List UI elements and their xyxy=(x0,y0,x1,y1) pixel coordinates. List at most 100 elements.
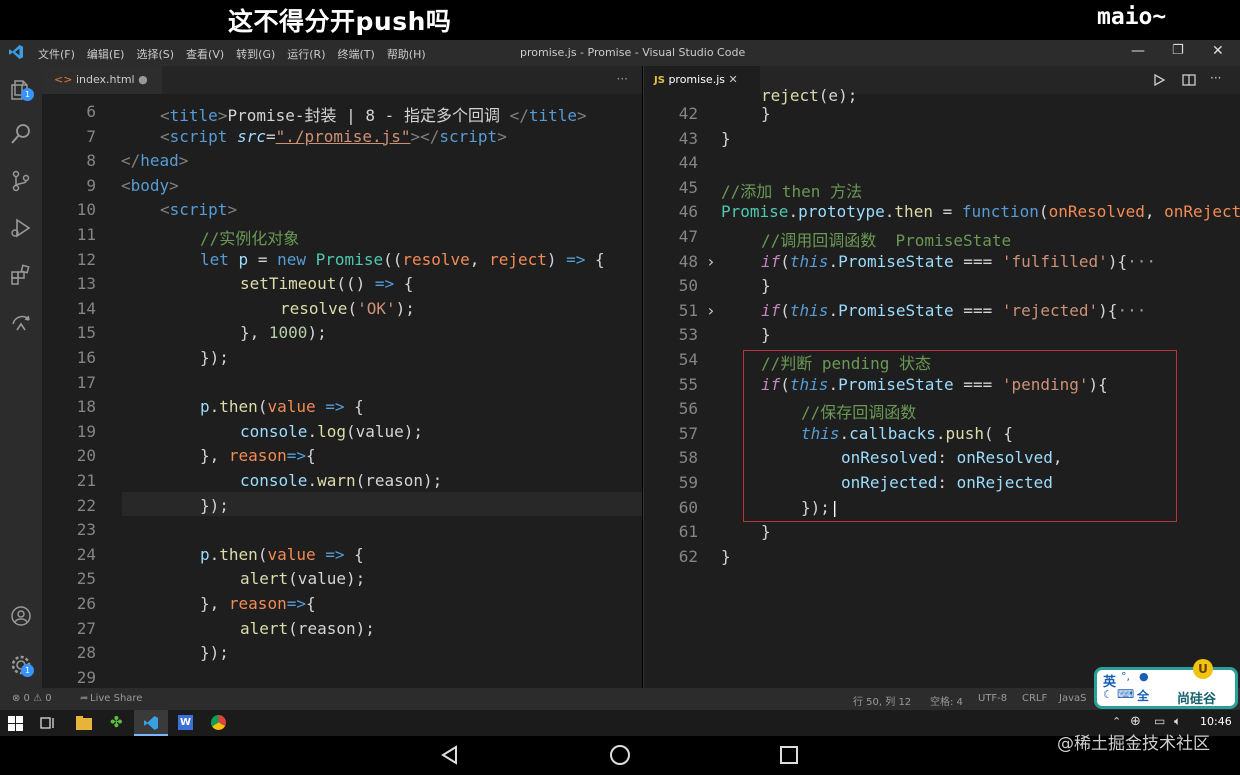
code-line: p.then(value => { xyxy=(200,544,364,564)
menu-edit[interactable]: 编辑(E) xyxy=(87,46,125,62)
restore-icon[interactable]: ❐ xyxy=(1172,43,1184,58)
line-number: 61 xyxy=(678,522,698,542)
code-comment: //添加 then 方法 xyxy=(721,181,863,201)
run-file-icon[interactable] xyxy=(1152,73,1166,87)
string-rejected: 'rejected' xyxy=(1001,300,1099,320)
close-window-icon[interactable]: ✕ xyxy=(1212,43,1224,59)
account-icon[interactable] xyxy=(9,604,33,628)
menu-help[interactable]: 帮助(H) xyxy=(387,46,426,62)
code-line: <title>Promise-封装 | 8 - 指定多个回调 </title> xyxy=(160,106,587,125)
tab-promise-js-label: promise.js xyxy=(668,73,725,86)
line-number: 58 xyxy=(678,448,698,468)
code-line: } xyxy=(761,276,771,296)
line-number: 60 xyxy=(678,497,698,517)
code-line: } xyxy=(761,104,771,123)
run-debug-icon[interactable] xyxy=(9,216,33,240)
code-line: onRejected: onRejected xyxy=(841,473,1053,492)
line-number: 24 xyxy=(76,544,96,564)
video-caption-bar: 这不得分开push吗 maio~ xyxy=(0,0,1240,40)
line-number: 45 xyxy=(678,177,698,197)
unsaved-dot-icon: ● xyxy=(138,73,148,86)
network-globe-icon[interactable]: ⊕ xyxy=(1130,714,1141,729)
line-number: 29 xyxy=(76,667,96,687)
nav-home-icon[interactable] xyxy=(609,744,631,766)
windows-taskbar: ✤ W ⌃ ⊕ ▭ 🔈︎ 10:46 xyxy=(0,710,1240,736)
string-fulfilled: 'fulfilled' xyxy=(1001,251,1108,271)
task-view-icon[interactable] xyxy=(40,716,56,731)
volume-icon[interactable]: 🔈︎ xyxy=(1174,714,1181,729)
line-number: 12 xyxy=(76,249,96,269)
fold-chevron-icon[interactable]: › xyxy=(706,252,716,271)
menu-go[interactable]: 转到(G) xyxy=(236,46,275,62)
brand-name: 尚硅谷 xyxy=(1177,692,1217,707)
activity-bar: 1 1 xyxy=(0,66,42,688)
right-code-area[interactable]: reject(e); 42 43 44 45 46 47 48 50 51 53… xyxy=(644,86,1240,688)
minimize-icon[interactable]: — xyxy=(1131,43,1145,59)
clock[interactable]: 10:46 xyxy=(1200,715,1232,728)
code-line: });| xyxy=(801,497,840,517)
line-number: 56 xyxy=(678,399,698,419)
code-line: if(this.PromiseState === 'pending'){ xyxy=(761,374,1108,394)
remote-icon[interactable] xyxy=(9,310,33,334)
script-src-value: "./promise.js" xyxy=(275,126,411,146)
ime-toolbar[interactable]: 英 °, ● ☾ ⌨ 全 U 尚硅谷 xyxy=(1094,659,1238,709)
title-bar: 文件(F) 编辑(E) 选择(S) 查看(V) 转到(G) 运行(R) 终端(T… xyxy=(0,40,1240,66)
windows-start-icon[interactable] xyxy=(8,716,23,731)
tab-promise-js[interactable]: JS promise.js ✕ xyxy=(644,66,760,94)
line-number: 10 xyxy=(76,200,96,220)
ime-keyboard-icon: ⌨ xyxy=(1117,687,1135,701)
chrome-icon[interactable] xyxy=(211,715,226,730)
line-number: 17 xyxy=(76,372,96,392)
word-app-icon[interactable]: W xyxy=(178,715,193,730)
code-line: }, reason=>{ xyxy=(200,446,316,466)
window-title: promise.js - Promise - Visual Studio Cod… xyxy=(520,46,746,59)
line-number: 21 xyxy=(76,471,96,490)
line-number: 23 xyxy=(76,520,96,540)
battery-icon[interactable]: ▭ xyxy=(1154,714,1165,728)
menu-view[interactable]: 查看(V) xyxy=(186,46,224,62)
line-ending[interactable]: CRLF xyxy=(1022,693,1047,704)
taskbar-vscode-active[interactable] xyxy=(134,710,168,736)
more-actions-icon[interactable]: ··· xyxy=(1210,71,1221,85)
line-number: 6 xyxy=(86,102,96,121)
file-explorer-icon[interactable] xyxy=(76,716,92,730)
android-nav-bar: @稀土掘金技术社区 xyxy=(0,734,1240,775)
extensions-icon[interactable] xyxy=(9,263,33,287)
tray-up-chevron-icon[interactable]: ⌃ xyxy=(1112,715,1121,728)
code-line: }, reason=>{ xyxy=(200,594,316,613)
code-line: if(this.PromiseState === 'fulfilled'){··… xyxy=(761,251,1156,271)
menu-terminal[interactable]: 终端(T) xyxy=(338,46,375,62)
line-number: 15 xyxy=(76,323,96,343)
cursor-position[interactable]: 行 50, 列 12 xyxy=(853,693,911,708)
nav-back-icon[interactable] xyxy=(440,745,460,765)
left-code-area[interactable]: 6 7 8 9 10 11 12 13 14 15 16 17 18 19 20… xyxy=(42,102,642,688)
problems-indicator[interactable]: ⊗ 0 ⚠ 0 xyxy=(12,693,52,704)
split-editor-icon[interactable] xyxy=(1182,73,1196,87)
close-tab-icon[interactable]: ✕ xyxy=(728,73,737,86)
search-icon[interactable] xyxy=(9,122,33,146)
html-file-icon: <> xyxy=(54,73,73,86)
language-mode[interactable]: JavaS xyxy=(1059,693,1086,704)
line-number: 59 xyxy=(678,473,698,492)
tab-index-html[interactable]: <> index.html ● xyxy=(42,66,162,94)
app-clover-icon[interactable]: ✤ xyxy=(110,713,123,731)
nav-recents-icon[interactable] xyxy=(779,745,799,765)
menu-file[interactable]: 文件(F) xyxy=(38,46,75,62)
code-line: <script src="./promise.js"></script> xyxy=(160,126,507,146)
line-number: 62 xyxy=(678,546,698,566)
more-actions-icon[interactable]: ··· xyxy=(617,72,628,86)
fold-chevron-icon[interactable]: › xyxy=(706,301,716,320)
encoding[interactable]: UTF-8 xyxy=(978,693,1007,704)
line-number: 28 xyxy=(76,643,96,663)
code-line: let p = new Promise((resolve, reject) =>… xyxy=(200,249,605,269)
liveshare-button[interactable]: Live Share xyxy=(90,693,142,704)
ime-width-mode[interactable]: 全 xyxy=(1137,687,1149,704)
menu-run[interactable]: 运行(R) xyxy=(287,46,325,62)
source-control-icon[interactable] xyxy=(9,169,33,193)
code-line: }, 1000); xyxy=(240,323,327,343)
code-line: }); xyxy=(200,643,229,663)
menu-selection[interactable]: 选择(S) xyxy=(136,46,174,62)
code-line: } xyxy=(761,325,771,345)
line-number: 53 xyxy=(678,325,698,345)
indentation[interactable]: 空格: 4 xyxy=(930,693,963,708)
